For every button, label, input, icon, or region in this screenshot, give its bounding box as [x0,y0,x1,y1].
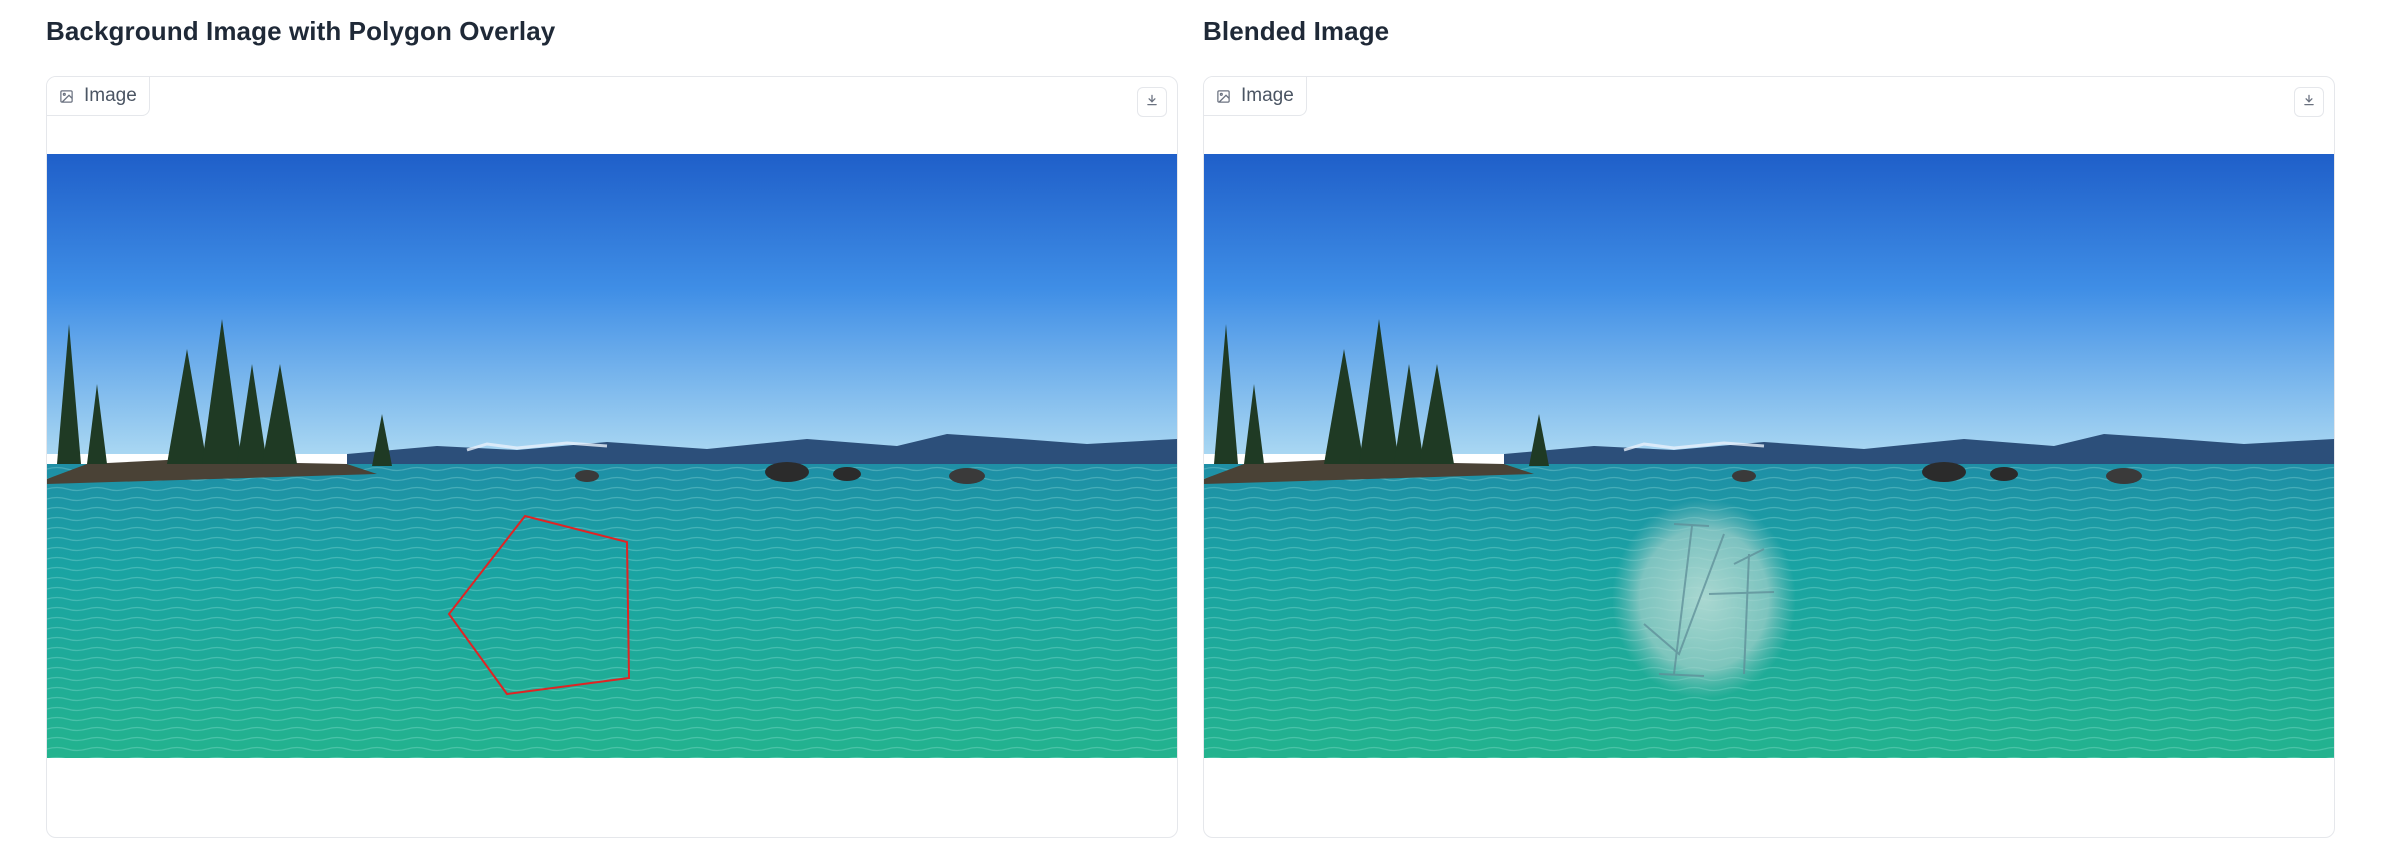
image-icon [1216,89,1231,104]
download-icon [2302,93,2316,112]
image-label: Image [1241,85,1294,106]
panel-heading: Blended Image [1203,16,1390,46]
image-icon [59,89,74,104]
download-button[interactable] [1137,87,1167,117]
image-label-tab: Image [1204,77,1307,116]
blended-image [1204,154,2334,758]
image-label-tab: Image [47,77,150,116]
image-label: Image [84,85,137,106]
download-icon [1145,93,1159,112]
blended-patch [1612,499,1796,699]
image-panel: Image [1203,76,2335,838]
image-panel: Image [46,76,1178,838]
panel-heading: Background Image with Polygon Overlay [46,16,556,46]
download-button[interactable] [2294,87,2324,117]
background-image [47,154,1177,758]
